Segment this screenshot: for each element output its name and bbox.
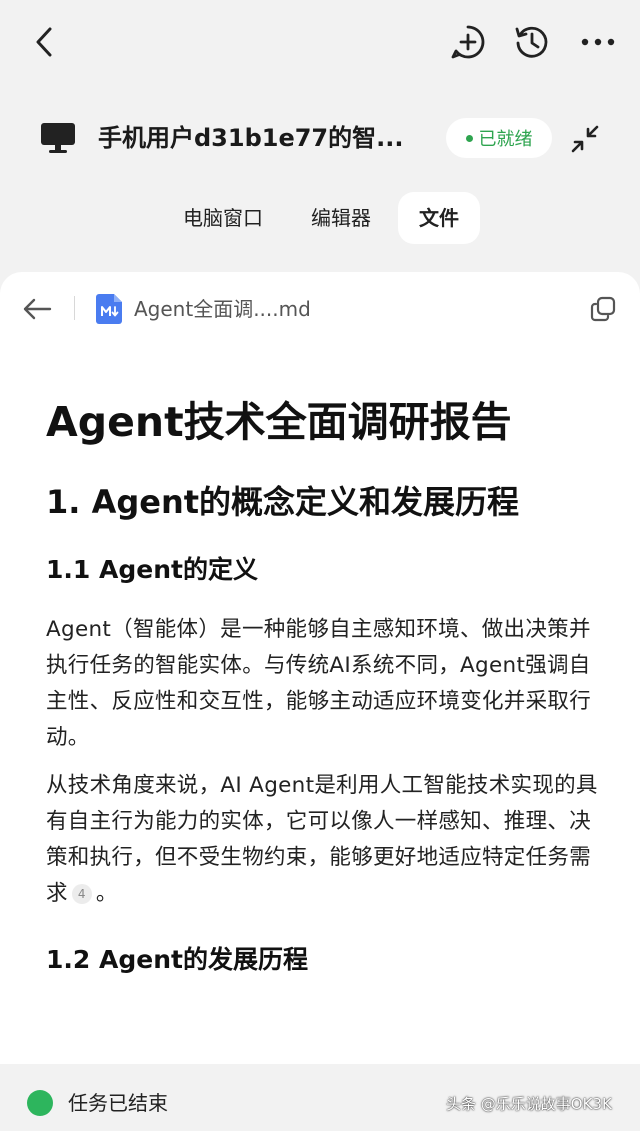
subsection-heading: 1.2 Agent的发展历程 <box>46 945 308 974</box>
status-dot-icon <box>465 134 473 142</box>
more-icon[interactable] <box>578 26 618 58</box>
status-badge: 已就绪 <box>446 118 552 158</box>
paragraph-text: 从技术角度来说，AI Agent是利用人工智能技术实现的具有自主行为能力的实体，… <box>46 773 598 906</box>
markdown-file-icon <box>96 294 122 324</box>
status-text: 已就绪 <box>478 129 533 150</box>
document-content: Agent技术全面调研报告 1. Agent的概念定义和发展历程 1.1 Age… <box>46 394 606 978</box>
copy-icon[interactable] <box>586 292 620 326</box>
paragraph: 从技术角度来说，AI Agent是利用人工智能技术实现的具有自主行为能力的实体，… <box>46 768 606 912</box>
tab-computer-window[interactable]: 电脑窗口 <box>164 192 282 244</box>
history-icon[interactable] <box>512 22 552 62</box>
session-header: 手机用户d31b1e77的智... 已就绪 <box>0 104 640 170</box>
file-toolbar: Agent全面调....md <box>0 272 640 344</box>
monitor-icon <box>40 122 76 154</box>
back-chevron-icon[interactable] <box>26 24 62 60</box>
task-status-text: 任务已结束 <box>68 1091 168 1115</box>
paragraph-end: 。 <box>95 881 118 906</box>
watermark: 头条 @乐乐说故事OK3K <box>446 1095 612 1113</box>
task-complete-icon <box>27 1090 53 1116</box>
back-arrow-icon[interactable] <box>18 292 56 326</box>
collapse-icon[interactable] <box>566 120 604 158</box>
paragraph: Agent（智能体）是一种能够自主感知环境、做出决策并执行任务的智能实体。与传统… <box>46 617 592 750</box>
document-title: Agent技术全面调研报告 <box>46 398 512 446</box>
subsection-heading: 1.1 Agent的定义 <box>46 555 258 584</box>
add-chat-icon[interactable] <box>448 22 488 62</box>
task-status-bar: 任务已结束 头条 @乐乐说故事OK3K <box>0 1064 640 1131</box>
file-viewer-card: Agent全面调....md Agent技术全面调研报告 1. Agent的概念… <box>0 272 640 1064</box>
section-heading: 1. Agent的概念定义和发展历程 <box>46 483 520 521</box>
tab-editor[interactable]: 编辑器 <box>296 192 386 244</box>
file-name: Agent全面调....md <box>134 297 311 321</box>
tab-files[interactable]: 文件 <box>398 192 480 244</box>
toolbar-divider <box>74 296 75 320</box>
citation-badge[interactable]: 4 <box>71 884 92 904</box>
view-tabs: 电脑窗口 编辑器 文件 <box>0 188 640 246</box>
session-title: 手机用户d31b1e77的智... <box>98 124 404 152</box>
top-bar <box>0 0 640 90</box>
